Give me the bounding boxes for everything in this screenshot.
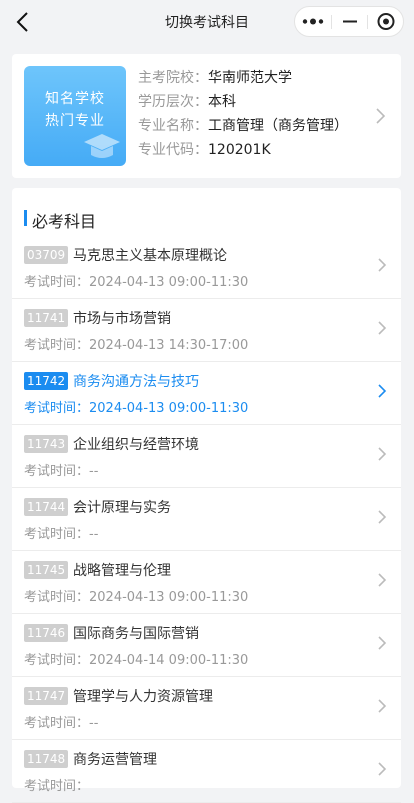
chevron-right-icon (378, 510, 387, 524)
exam-time: 考试时间： (24, 779, 90, 794)
subject-row[interactable]: 11747 管理学与人力资源管理考试时间：-- (12, 677, 401, 740)
major-info-card[interactable]: 知名学校 热门专业 主考院校：华南师范大学 学历层次：本科 专业名称：工商管理（商务… (12, 54, 401, 178)
subject-row[interactable]: 11746 国际商务与国际营销考试时间：2024-04-14 09:00-11:3… (12, 614, 401, 677)
exam-time: 考试时间：-- (24, 527, 99, 542)
info-value: 本科 (208, 94, 236, 110)
info-row: 学历层次：本科 (138, 90, 348, 114)
banner-line1: 知名学校 (45, 91, 105, 107)
subject-name: 马克思主义基本原理概论 (73, 248, 227, 264)
subject-row[interactable]: 11745 战略管理与伦理考试时间：2024-04-13 09:00-11:30 (12, 551, 401, 614)
exam-time: 考试时间：-- (24, 464, 99, 479)
subject-code-badge: 11748 (24, 750, 69, 768)
chevron-right-icon (378, 258, 387, 272)
mini-program-capsule (294, 6, 404, 37)
subject-row[interactable]: 11741 市场与市场营销考试时间：2024-04-13 14:30-17:00 (12, 299, 401, 362)
subject-code-badge: 11741 (24, 309, 69, 327)
exam-time: 考试时间：-- (24, 716, 99, 731)
subject-code-badge: 11747 (24, 687, 69, 705)
subject-code-badge: 11744 (24, 498, 69, 516)
chevron-right-icon (378, 573, 387, 587)
info-value: 工商管理（商务管理） (208, 118, 348, 134)
info-label: 专业代码： (138, 142, 208, 158)
subject-code-badge: 11745 (24, 561, 69, 579)
subject-name: 国际商务与国际营销 (73, 626, 199, 642)
close-target-icon[interactable] (368, 7, 404, 36)
info-row: 主考院校：华南师范大学 (138, 66, 348, 90)
subject-name: 会计原理与实务 (73, 500, 171, 516)
more-dots-icon[interactable] (295, 7, 331, 36)
subject-row[interactable]: 11742 商务沟通方法与技巧考试时间：2024-04-13 09:00-11:3… (12, 362, 401, 425)
minimize-icon[interactable] (332, 7, 368, 36)
chevron-right-icon (378, 447, 387, 461)
chevron-right-icon (378, 762, 387, 776)
info-label: 专业名称： (138, 118, 208, 134)
section-header: 必考科目 (12, 188, 401, 236)
subjects-section: 必考科目 03709 马克思主义基本原理概论考试时间：2024-04-13 09:… (12, 188, 401, 803)
chevron-right-icon (378, 636, 387, 650)
info-label: 学历层次： (138, 94, 208, 110)
subject-name: 企业组织与经营环境 (73, 437, 199, 453)
banner-line2: 热门专业 (45, 113, 105, 129)
exam-time: 考试时间：2024-04-13 09:00-11:30 (24, 401, 249, 416)
subject-name: 战略管理与伦理 (73, 563, 171, 579)
info-row: 专业名称：工商管理（商务管理） (138, 114, 348, 138)
info-value: 华南师范大学 (208, 70, 292, 86)
subject-code-badge: 11742 (24, 372, 69, 390)
info-label: 主考院校： (138, 70, 208, 86)
subject-row[interactable]: 11748 商务运营管理考试时间： (12, 740, 401, 803)
exam-time: 考试时间：2024-04-13 14:30-17:00 (24, 338, 249, 353)
subject-code-badge: 03709 (24, 246, 69, 264)
subject-name: 商务沟通方法与技巧 (73, 374, 199, 390)
subject-code-badge: 11743 (24, 435, 69, 453)
subject-row[interactable]: 11743 企业组织与经营环境考试时间：-- (12, 425, 401, 488)
subject-code-badge: 11746 (24, 624, 69, 642)
info-row: 专业代码：120201K (138, 138, 348, 162)
exam-time: 考试时间：2024-04-13 09:00-11:30 (24, 590, 249, 605)
exam-time: 考试时间：2024-04-13 09:00-11:30 (24, 275, 249, 290)
exam-time: 考试时间：2024-04-14 09:00-11:30 (24, 653, 249, 668)
chevron-right-icon (378, 321, 387, 335)
info-value: 120201K (208, 142, 271, 158)
chevron-right-icon (378, 699, 387, 713)
graduation-cap-icon (84, 134, 120, 158)
subject-name: 管理学与人力资源管理 (73, 689, 213, 705)
section-title: 必考科目 (32, 212, 97, 231)
major-banner: 知名学校 热门专业 (24, 66, 126, 166)
subject-row[interactable]: 11744 会计原理与实务考试时间：-- (12, 488, 401, 551)
subject-row[interactable]: 03709 马克思主义基本原理概论考试时间：2024-04-13 09:00-11… (12, 236, 401, 299)
subject-name: 商务运营管理 (73, 752, 157, 768)
section-accent-bar (24, 210, 27, 226)
subject-name: 市场与市场营销 (73, 311, 171, 327)
major-details: 主考院校：华南师范大学 学历层次：本科 专业名称：工商管理（商务管理） 专业代码：12… (138, 66, 348, 162)
top-nav: 切换考试科目 (0, 0, 414, 44)
chevron-right-icon (378, 384, 387, 398)
chevron-right-icon (376, 108, 386, 124)
